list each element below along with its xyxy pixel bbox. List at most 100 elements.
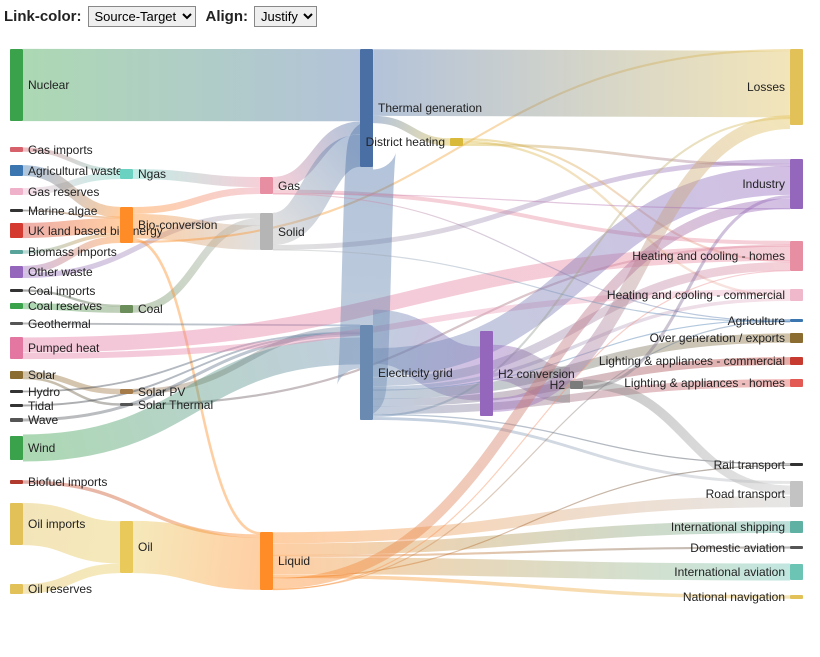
sankey-link[interactable] xyxy=(133,329,360,392)
sankey-link[interactable] xyxy=(273,128,360,183)
sankey-node[interactable]: International shipping xyxy=(790,521,803,533)
sankey-node[interactable]: Oil reserves xyxy=(10,584,23,594)
sankey-link[interactable] xyxy=(133,240,260,534)
sankey-node[interactable]: Wind xyxy=(10,436,23,460)
linkcolor-select[interactable]: Source-Target xyxy=(88,6,196,27)
sankey-link[interactable] xyxy=(23,171,120,213)
sankey-link[interactable] xyxy=(23,482,260,536)
sankey-node[interactable]: Other waste xyxy=(10,266,23,278)
sankey-link[interactable] xyxy=(273,194,790,209)
sankey-node[interactable]: Lighting & appliances - commercial xyxy=(790,357,803,365)
sankey-link[interactable] xyxy=(463,142,790,297)
sankey-link[interactable] xyxy=(23,351,360,448)
sankey-node[interactable]: Coal reserves xyxy=(10,303,23,309)
sankey-link[interactable] xyxy=(273,465,790,578)
sankey-node[interactable]: Industry xyxy=(790,159,803,209)
sankey-node[interactable]: Geothermal xyxy=(10,322,23,325)
sankey-node[interactable]: Wave xyxy=(10,418,23,422)
sankey-node[interactable]: Biomass imports xyxy=(10,250,23,254)
sankey-node[interactable]: National navigation xyxy=(790,595,803,599)
sankey-node[interactable]: Agriculture xyxy=(790,319,803,322)
sankey-node[interactable]: Pumped heat xyxy=(10,337,23,359)
sankey-node[interactable]: Electricity grid xyxy=(360,325,373,420)
sankey-node[interactable]: Losses xyxy=(790,49,803,125)
sankey-node[interactable]: Ngas xyxy=(120,169,133,179)
sankey-link[interactable] xyxy=(273,566,790,572)
sankey-link[interactable] xyxy=(273,151,360,229)
sankey-node[interactable]: Heating and cooling - homes xyxy=(790,241,803,271)
sankey-link[interactable] xyxy=(23,176,120,192)
sankey-node[interactable]: Marine algae xyxy=(10,209,23,212)
sankey-link[interactable] xyxy=(133,245,790,404)
sankey-node[interactable]: Solar PV xyxy=(120,389,133,394)
sankey-node[interactable]: H2 conversion xyxy=(480,331,493,416)
sankey-link[interactable] xyxy=(23,291,120,306)
sankey-node[interactable]: Coal imports xyxy=(10,289,23,292)
sankey-node[interactable]: Tidal xyxy=(10,404,23,407)
sankey-node[interactable]: Gas imports xyxy=(10,147,23,152)
sankey-link[interactable] xyxy=(373,299,790,388)
sankey-node[interactable]: Solar xyxy=(10,371,23,379)
sankey-link[interactable] xyxy=(23,240,120,270)
sankey-link[interactable] xyxy=(583,384,790,490)
sankey-node[interactable]: Liquid xyxy=(260,532,273,590)
sankey-node[interactable]: UK land based bioenergy xyxy=(10,223,23,238)
sankey-link[interactable] xyxy=(373,266,790,381)
sankey-link[interactable] xyxy=(273,250,790,322)
sankey-link[interactable] xyxy=(23,524,120,542)
sankey-node[interactable]: Lighting & appliances - homes xyxy=(790,379,803,387)
sankey-link[interactable] xyxy=(373,119,450,142)
sankey-link[interactable] xyxy=(23,216,260,276)
sankey-link[interactable] xyxy=(273,548,790,556)
sankey-link[interactable] xyxy=(493,362,570,385)
sankey-link[interactable] xyxy=(23,292,790,356)
sankey-link[interactable] xyxy=(133,191,260,211)
sankey-link[interactable] xyxy=(273,321,790,589)
sankey-link[interactable] xyxy=(273,527,790,549)
sankey-link[interactable] xyxy=(23,568,120,589)
sankey-node[interactable]: Bio-conversion xyxy=(120,207,133,243)
sankey-node[interactable]: Road transport xyxy=(790,481,803,507)
sankey-node[interactable]: Coal xyxy=(120,305,133,313)
sankey-node[interactable]: Over generation / exports xyxy=(790,333,803,343)
sankey-node[interactable]: Oil xyxy=(120,521,133,573)
sankey-link[interactable] xyxy=(273,576,790,597)
sankey-link[interactable] xyxy=(23,306,120,310)
sankey-node[interactable]: Thermal generation xyxy=(360,49,373,167)
sankey-node[interactable]: Domestic aviation xyxy=(790,546,803,549)
align-select[interactable]: Justify xyxy=(254,6,317,27)
sankey-node[interactable]: Agricultural waste xyxy=(10,165,23,176)
sankey-link[interactable] xyxy=(273,191,790,242)
sankey-link[interactable] xyxy=(463,145,790,166)
sankey-node[interactable]: Gas xyxy=(260,177,273,194)
sankey-link[interactable] xyxy=(373,337,480,374)
sankey-link[interactable] xyxy=(23,374,120,392)
sankey-link[interactable] xyxy=(23,235,120,252)
sankey-link[interactable] xyxy=(373,320,790,390)
sankey-link[interactable] xyxy=(23,324,360,326)
sankey-link[interactable] xyxy=(23,332,360,391)
sankey-link[interactable] xyxy=(373,83,790,85)
sankey-node[interactable]: Gas reserves xyxy=(10,188,23,195)
sankey-node[interactable]: International aviation xyxy=(790,564,803,580)
sankey-link[interactable] xyxy=(273,161,790,247)
sankey-link[interactable] xyxy=(373,181,790,363)
sankey-link[interactable] xyxy=(23,253,790,345)
sankey-link[interactable] xyxy=(133,222,260,309)
sankey-node[interactable]: Oil imports xyxy=(10,503,23,545)
sankey-link[interactable] xyxy=(23,333,360,405)
sankey-link[interactable] xyxy=(23,335,360,420)
sankey-node[interactable]: Biofuel imports xyxy=(10,480,23,484)
sankey-node[interactable]: Solar Thermal xyxy=(120,403,133,406)
sankey-link[interactable] xyxy=(493,122,790,405)
sankey-link[interactable] xyxy=(273,271,790,590)
sankey-node[interactable]: Solid xyxy=(260,213,273,250)
sankey-link[interactable] xyxy=(273,194,790,322)
sankey-link[interactable] xyxy=(373,118,790,416)
sankey-node[interactable]: District heating xyxy=(450,138,463,146)
sankey-link[interactable] xyxy=(583,197,790,388)
sankey-node[interactable]: Nuclear xyxy=(10,49,23,121)
sankey-node[interactable]: Hydro xyxy=(10,390,23,393)
sankey-link[interactable] xyxy=(23,150,120,171)
sankey-link[interactable] xyxy=(133,174,260,182)
